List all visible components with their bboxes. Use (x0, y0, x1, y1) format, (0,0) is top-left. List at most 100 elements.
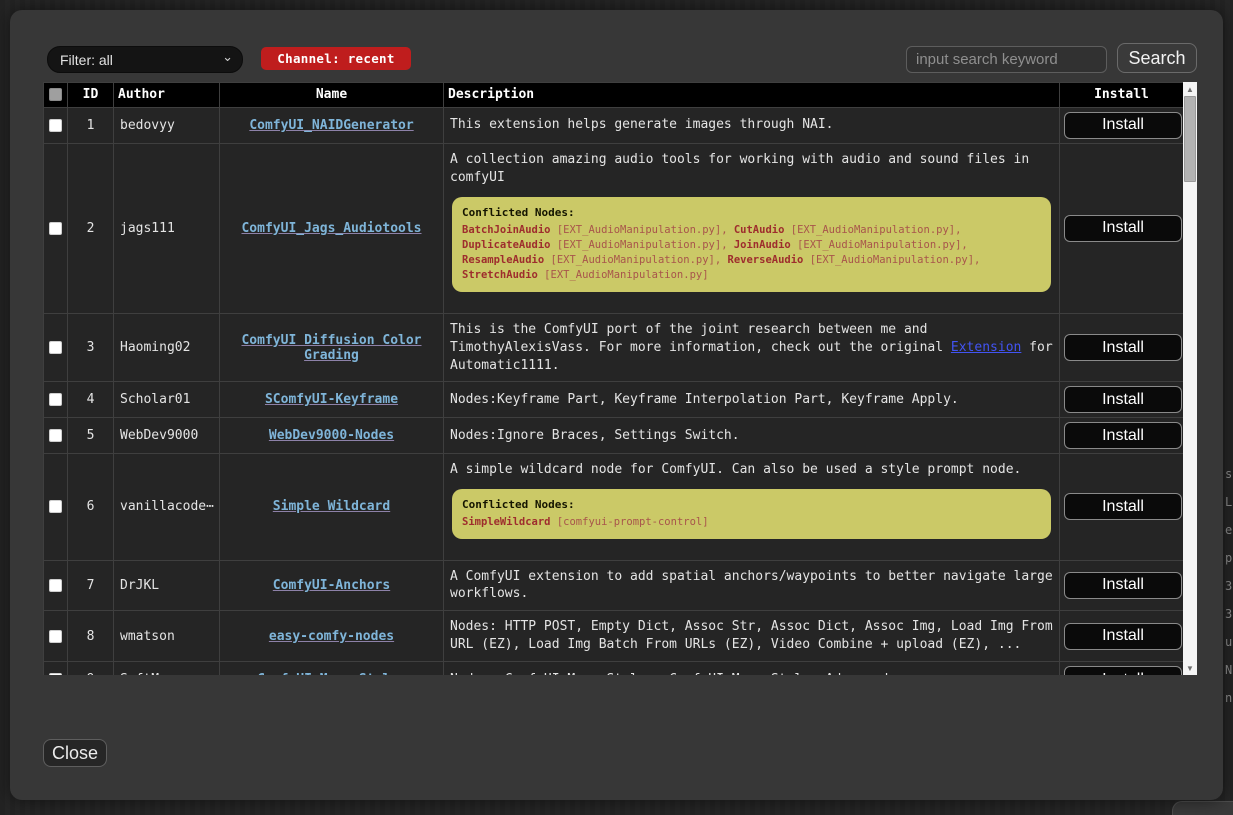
edge-fragment: n (1225, 684, 1233, 712)
conflict-node-source: [EXT_AudioManipulation.py], (791, 239, 968, 251)
header-install: Install (1060, 83, 1184, 108)
conflict-node-name: BatchJoinAudio (462, 224, 551, 236)
row-id: 8 (68, 611, 114, 662)
header-author: Author (114, 83, 220, 108)
row-select-checkbox[interactable] (49, 393, 62, 406)
background-edge-text: s L e p 3 3 u N n (1225, 460, 1233, 712)
scrollbar-down-arrow-icon[interactable]: ▼ (1183, 661, 1197, 675)
table-row: 1 bedovyy ComfyUI_NAIDGenerator This ext… (44, 107, 1184, 143)
row-select-checkbox[interactable] (49, 119, 62, 132)
extension-name-link[interactable]: WebDev9000-Nodes (269, 428, 394, 443)
row-author: DrJKL (114, 560, 220, 611)
description-text: This is the ComfyUI port of the joint re… (450, 322, 951, 355)
row-author: WebDev9000 (114, 418, 220, 454)
row-description: Nodes:Ignore Braces, Settings Switch. (444, 418, 1060, 454)
scrollbar-thumb[interactable] (1184, 96, 1196, 182)
row-select-checkbox[interactable] (49, 500, 62, 513)
table-row: 9 SoftMeng ComfyUI_Mexx_Styler Nodes: Co… (44, 662, 1184, 675)
conflict-node-name: ResampleAudio (462, 254, 544, 266)
conflict-node-source: [EXT_AudioManipulation.py], (784, 224, 961, 236)
extension-name-link[interactable]: ComfyUI_Jags_Audiotools (241, 221, 421, 236)
row-select-checkbox[interactable] (49, 673, 62, 675)
conflict-node-source: [EXT_AudioManipulation.py], (803, 254, 980, 266)
table-scrollbar[interactable]: ▲ ▼ (1183, 82, 1197, 675)
install-button[interactable]: Install (1064, 422, 1182, 449)
row-author: vanillacode⋯ (114, 454, 220, 560)
install-button[interactable]: Install (1064, 493, 1182, 520)
header-id: ID (68, 83, 114, 108)
select-all-checkbox[interactable] (49, 88, 62, 101)
table-row: 8 wmatson easy-comfy-nodes Nodes: HTTP P… (44, 611, 1184, 662)
row-id: 1 (68, 107, 114, 143)
row-id: 2 (68, 143, 114, 313)
table-row: 3 Haoming02 ComfyUI Diffusion Color Grad… (44, 313, 1184, 382)
custom-nodes-manager-dialog: Filter: all ⌄ Channel: recent Search ID … (10, 10, 1223, 800)
conflict-node-name: ReverseAudio (728, 254, 804, 266)
conflicted-nodes-warning: Conflicted Nodes: BatchJoinAudio [EXT_Au… (452, 197, 1051, 292)
row-id: 5 (68, 418, 114, 454)
row-select-checkbox[interactable] (49, 579, 62, 592)
edge-fragment: p (1225, 544, 1233, 572)
extension-name-link[interactable]: Simple Wildcard (273, 499, 390, 514)
row-description: Nodes: ComfyUI Mexx Styler, ComfyUI Mexx… (444, 662, 1060, 675)
table-row: 5 WebDev9000 WebDev9000-Nodes Nodes:Igno… (44, 418, 1184, 454)
install-button[interactable]: Install (1064, 386, 1182, 413)
extension-external-link[interactable]: Extension (951, 340, 1021, 355)
table-row: 2 jags111 ComfyUI_Jags_Audiotools A coll… (44, 143, 1184, 313)
install-button[interactable]: Install (1064, 572, 1182, 599)
row-id: 6 (68, 454, 114, 560)
extension-table: ID Author Name Description Install 1 bed… (43, 82, 1183, 675)
extension-table-region: ID Author Name Description Install 1 bed… (43, 82, 1197, 675)
row-select-checkbox[interactable] (49, 429, 62, 442)
search-input[interactable] (906, 46, 1107, 73)
table-header-row: ID Author Name Description Install (44, 83, 1184, 108)
row-select-checkbox[interactable] (49, 630, 62, 643)
row-author: Haoming02 (114, 313, 220, 382)
extension-name-link[interactable]: easy-comfy-nodes (269, 629, 394, 644)
extension-name-link[interactable]: ComfyUI-Anchors (273, 578, 390, 593)
edge-fragment: s (1225, 460, 1233, 488)
table-row: 4 Scholar01 SComfyUI-Keyframe Nodes:Keyf… (44, 382, 1184, 418)
filter-select-wrap: Filter: all ⌄ (47, 46, 243, 73)
conflict-title: Conflicted Nodes: (462, 497, 1041, 513)
conflict-node-name: StretchAudio (462, 269, 538, 281)
extension-name-link[interactable]: ComfyUI Diffusion Color Grading (241, 333, 421, 363)
conflict-node-source: [EXT_AudioManipulation.py] (538, 269, 709, 281)
scrollbar-up-arrow-icon[interactable]: ▲ (1183, 82, 1197, 96)
conflict-node-source: [EXT_AudioManipulation.py], (544, 254, 727, 266)
install-button[interactable]: Install (1064, 666, 1182, 675)
install-button[interactable]: Install (1064, 112, 1182, 139)
conflict-node-name: CutAudio (734, 224, 785, 236)
table-row: 6 vanillacode⋯ Simple Wildcard A simple … (44, 454, 1184, 560)
conflict-node-source: [EXT_AudioManipulation.py], (551, 224, 734, 236)
description-text: A collection amazing audio tools for wor… (450, 151, 1053, 187)
channel-badge[interactable]: Channel: recent (261, 47, 411, 70)
conflict-node-name: SimpleWildcard (462, 516, 551, 528)
row-select-checkbox[interactable] (49, 341, 62, 354)
conflicted-nodes-warning: Conflicted Nodes: SimpleWildcard [comfyu… (452, 489, 1051, 538)
row-description: A ComfyUI extension to add spatial ancho… (444, 560, 1060, 611)
close-button[interactable]: Close (43, 739, 107, 767)
extension-name-link[interactable]: ComfyUI_Mexx_Styler (257, 672, 406, 675)
edge-fragment: e (1225, 516, 1233, 544)
extension-table-scroll-area[interactable]: ID Author Name Description Install 1 bed… (43, 82, 1183, 675)
table-row: 7 DrJKL ComfyUI-Anchors A ComfyUI extens… (44, 560, 1184, 611)
conflict-node-source: [comfyui-prompt-control] (551, 516, 709, 528)
extension-name-link[interactable]: ComfyUI_NAIDGenerator (249, 118, 413, 133)
row-description: Nodes:Keyframe Part, Keyframe Interpolat… (444, 382, 1060, 418)
row-description: This extension helps generate images thr… (444, 107, 1060, 143)
edge-fragment: u (1225, 628, 1233, 656)
description-text: A simple wildcard node for ComfyUI. Can … (450, 461, 1053, 479)
row-id: 3 (68, 313, 114, 382)
filter-select[interactable]: Filter: all (47, 46, 243, 73)
conflict-node-name: JoinAudio (734, 239, 791, 251)
row-author: wmatson (114, 611, 220, 662)
install-button[interactable]: Install (1064, 215, 1182, 242)
conflict-node-source: [EXT_AudioManipulation.py], (551, 239, 734, 251)
install-button[interactable]: Install (1064, 623, 1182, 650)
extension-name-link[interactable]: SComfyUI-Keyframe (265, 392, 398, 407)
row-select-checkbox[interactable] (49, 222, 62, 235)
search-button[interactable]: Search (1117, 43, 1197, 73)
row-id: 4 (68, 382, 114, 418)
install-button[interactable]: Install (1064, 334, 1182, 361)
